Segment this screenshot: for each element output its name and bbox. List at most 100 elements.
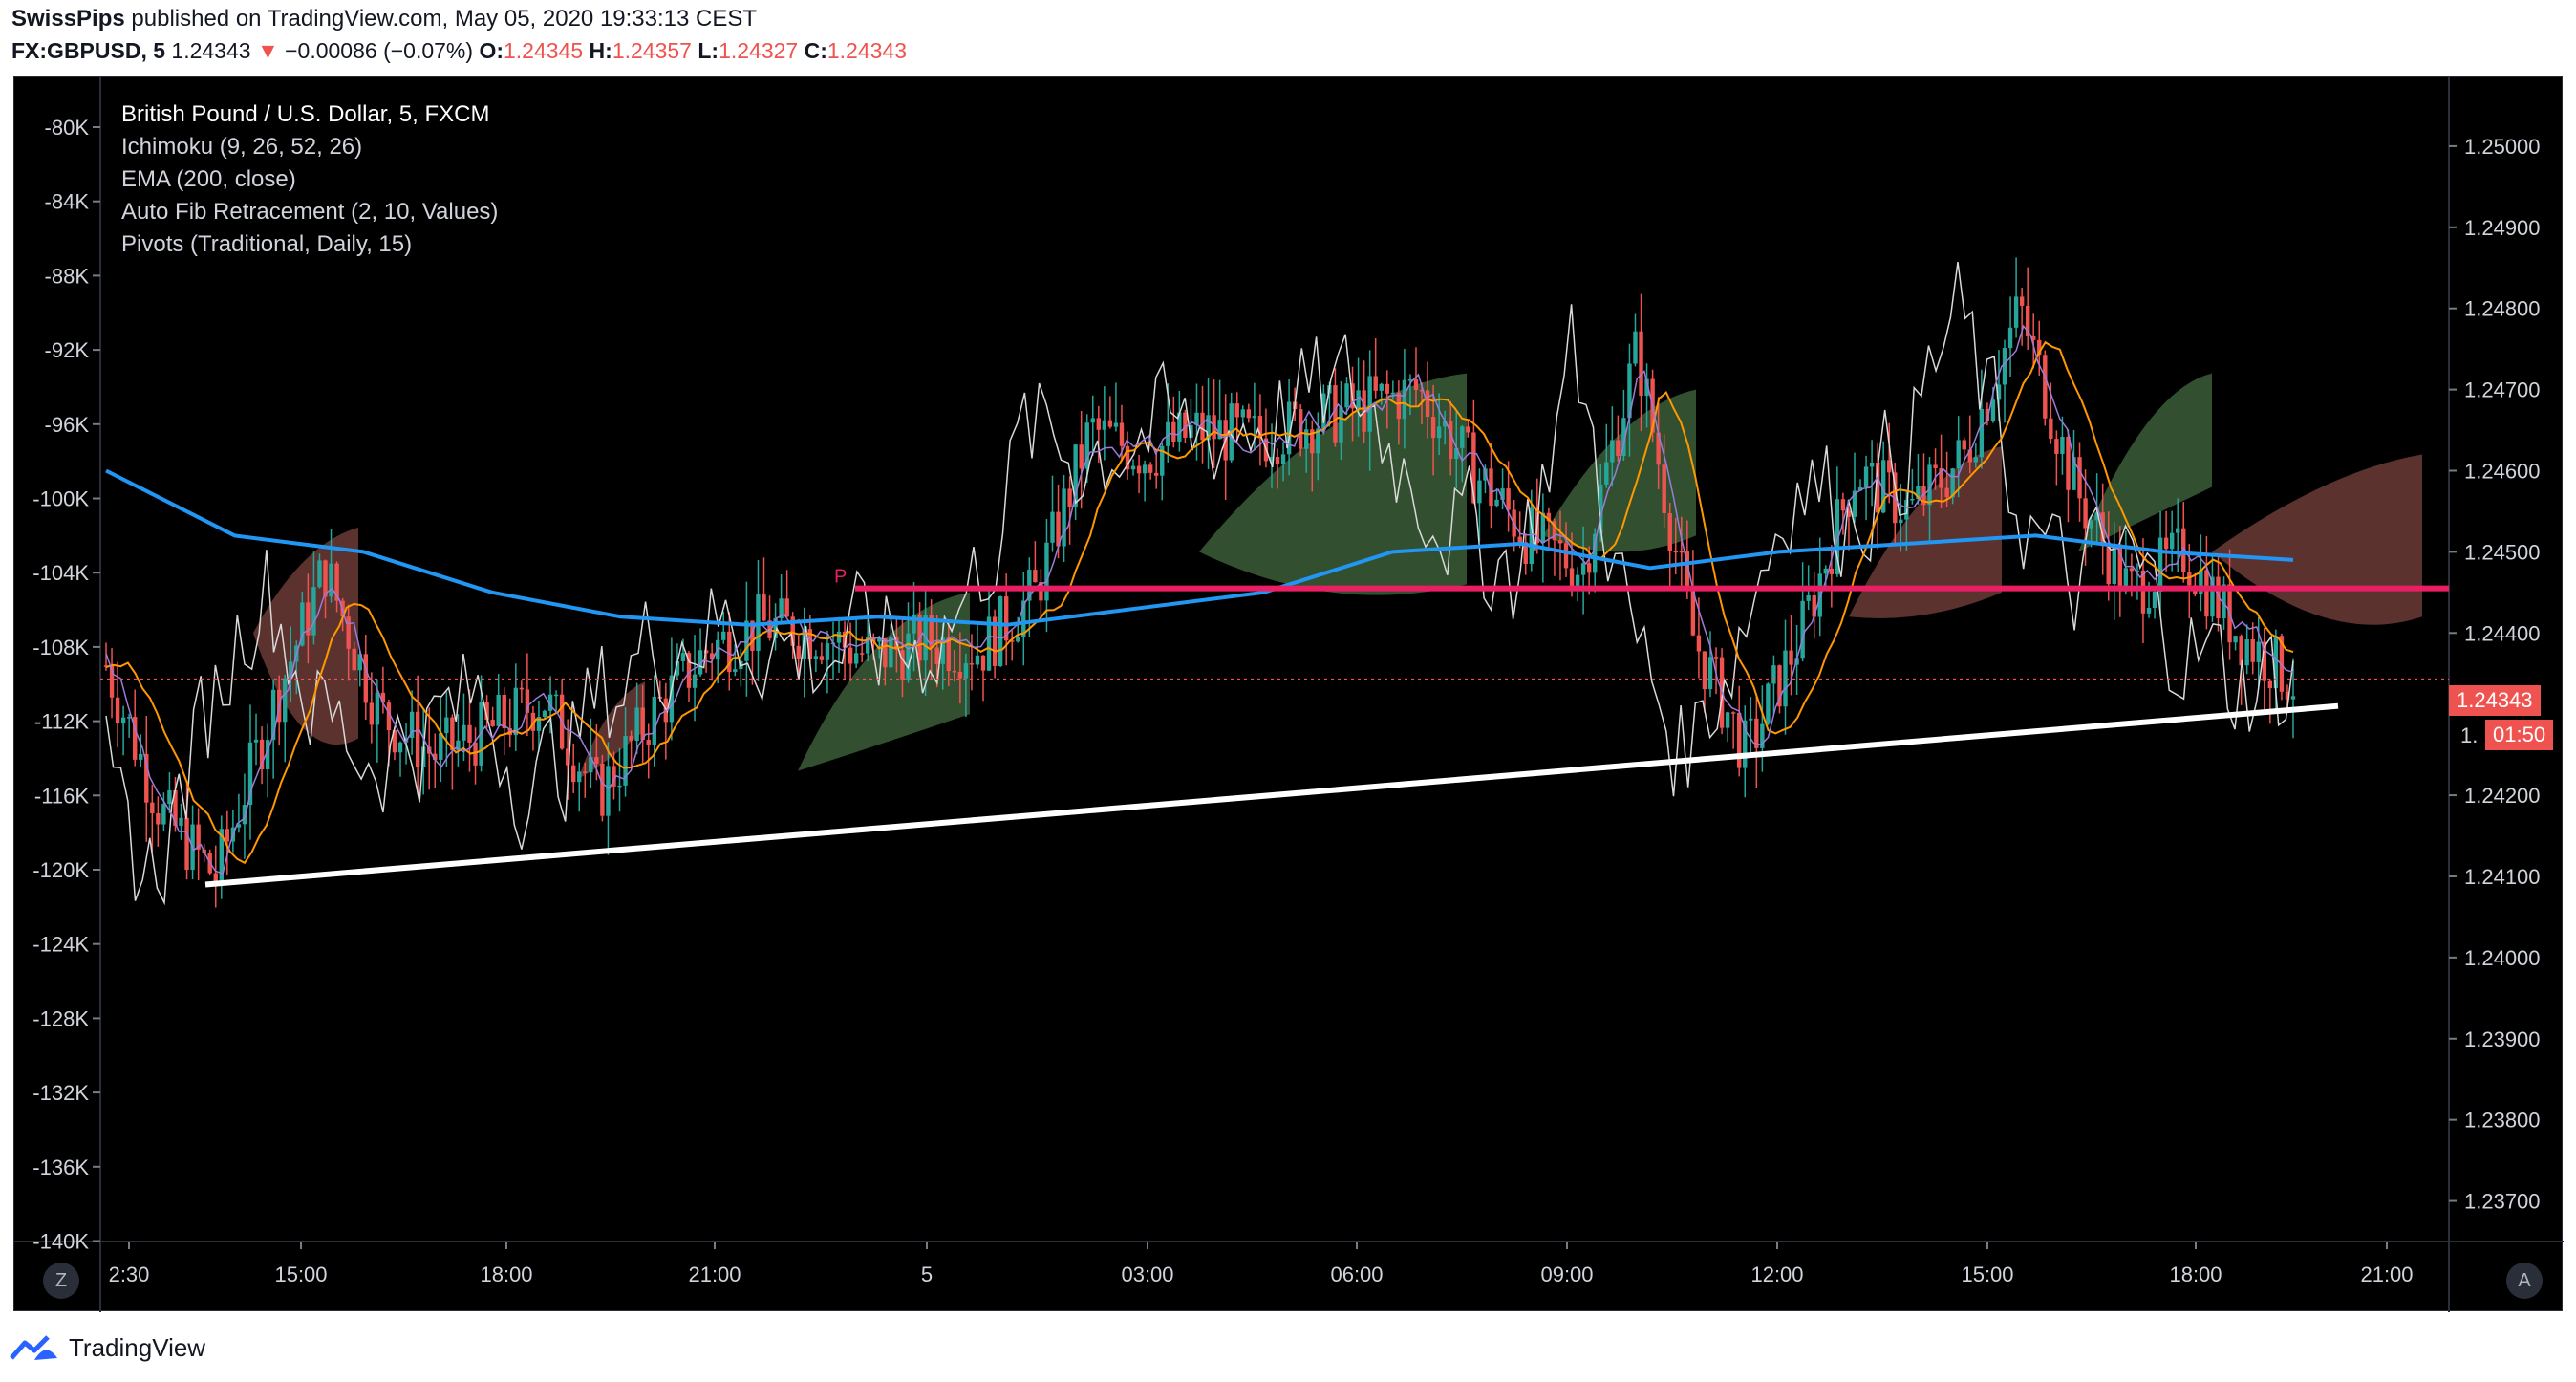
candle-body: [156, 813, 161, 825]
candle-body: [139, 753, 143, 760]
candle-body: [1696, 635, 1702, 652]
candle-body: [1425, 390, 1430, 418]
cloud-segment: [253, 527, 358, 745]
left-axis-label: -104K: [32, 561, 89, 585]
candle-body: [1333, 385, 1338, 443]
time-axis-label: 09:00: [1540, 1263, 1593, 1286]
candle-body: [1956, 440, 1961, 469]
candle-body: [2083, 498, 2088, 529]
right-axis-label: 1.24900: [2464, 216, 2541, 240]
candle-body: [2043, 355, 2048, 419]
candle-body: [317, 560, 322, 588]
candle-body: [2049, 418, 2053, 440]
candle-body: [329, 563, 333, 597]
candle-body: [1402, 379, 1407, 420]
candle-body: [323, 560, 328, 597]
time-axis-label: 15:00: [1961, 1263, 2013, 1286]
candle-body: [184, 817, 189, 871]
candle-body: [1090, 418, 1095, 423]
candle-body: [629, 736, 633, 741]
cloud-segment: [2078, 373, 2212, 552]
candle-body: [2054, 439, 2059, 454]
right-axis-label: 1.24600: [2464, 459, 2541, 483]
candle-body: [617, 785, 622, 788]
candle-body: [889, 637, 893, 668]
pivot-label: P: [834, 567, 847, 588]
candle-body: [167, 790, 172, 805]
candle-body: [606, 766, 611, 816]
candle-body: [496, 694, 501, 726]
legend-pivots[interactable]: Pivots (Traditional, Daily, 15): [121, 228, 498, 261]
right-axis-label: 1.23700: [2464, 1190, 2541, 1214]
candle-body: [1033, 570, 1038, 583]
legend-ema[interactable]: EMA (200, close): [121, 163, 498, 196]
candle-body: [1673, 551, 1678, 553]
tradingview-logo-icon[interactable]: [10, 1333, 59, 1362]
left-axis-label: -132K: [32, 1081, 89, 1105]
left-axis-label: -108K: [32, 636, 89, 659]
footer: TradingView: [10, 1327, 205, 1369]
candle-body: [796, 645, 801, 659]
candle-body: [1910, 498, 1915, 501]
candle-body: [1067, 488, 1072, 507]
publisher-name[interactable]: SwissPips: [11, 6, 125, 32]
candle-body: [1662, 464, 1666, 514]
candle-body: [2152, 592, 2157, 608]
candle-body: [1142, 464, 1148, 474]
candle-body: [179, 817, 183, 826]
candle-body: [2077, 457, 2082, 499]
candle-body: [1494, 499, 1499, 507]
candle-body: [1171, 421, 1176, 443]
candle-body: [1234, 403, 1239, 418]
candle-body: [1449, 421, 1453, 460]
candle-body: [2250, 638, 2255, 662]
chart-panel[interactable]: -80K -84K -88K -92K -96K -100K -104K -108K -112K…: [13, 76, 2564, 1312]
candle-body: [1430, 417, 1436, 439]
zoom-button[interactable]: Z: [43, 1263, 79, 1299]
candle-body: [1563, 543, 1569, 569]
candle-body: [346, 616, 351, 649]
candle-body: [1933, 464, 1938, 468]
candle-body: [1783, 650, 1788, 707]
close-label: C:: [804, 38, 827, 63]
legend-fib[interactable]: Auto Fib Retracement (2, 10, Values): [121, 196, 498, 228]
auto-scale-button[interactable]: A: [2506, 1263, 2543, 1299]
legend-ichimoku[interactable]: Ichimoku (9, 26, 52, 26): [121, 131, 498, 163]
candle-body: [2146, 607, 2152, 614]
chart-canvas[interactable]: -80K -84K -88K -92K -96K -100K -104K -108K -112K…: [14, 77, 2564, 1312]
legend-title[interactable]: British Pound / U.S. Dollar, 5, FXCM: [121, 98, 498, 131]
candle-body: [1730, 712, 1736, 714]
candle-body: [819, 656, 825, 660]
candle-body: [692, 674, 698, 688]
right-axis-label: 1.24100: [2464, 865, 2541, 889]
left-axis-label: -84K: [45, 190, 90, 214]
right-axis-label: 1.23800: [2464, 1109, 2541, 1133]
candle-body: [1344, 383, 1349, 408]
candle-body: [963, 663, 969, 679]
candle-body: [1517, 536, 1522, 543]
time-axis-label: 15:00: [274, 1263, 327, 1286]
candle-body: [998, 596, 1003, 666]
candle-body: [1869, 463, 1875, 467]
low-value: 1.24327: [719, 38, 799, 63]
candle-body: [444, 717, 449, 734]
right-axis-label: 1.23900: [2464, 1027, 2541, 1051]
candle-body: [969, 663, 975, 665]
footer-brand[interactable]: TradingView: [69, 1333, 205, 1363]
countdown-tag: 01:50: [2485, 720, 2554, 750]
candle-body: [1713, 657, 1719, 659]
time-axis-label: 18:00: [480, 1263, 532, 1286]
candle-body: [946, 637, 951, 671]
time-axis-label: 06:00: [1330, 1263, 1383, 1286]
candle-body: [1373, 376, 1378, 391]
candle-body: [1840, 499, 1846, 511]
candle-body: [1863, 466, 1869, 487]
time-axis-label: 21:00: [688, 1263, 741, 1286]
right-axis-label: 1.25000: [2464, 135, 2541, 159]
candle-body: [1183, 412, 1188, 438]
candle-body: [1200, 412, 1205, 441]
candle-body: [2089, 520, 2093, 529]
candle-body: [1044, 542, 1049, 601]
right-axis-label: 1.24700: [2464, 378, 2541, 402]
candle-body: [1633, 331, 1638, 364]
